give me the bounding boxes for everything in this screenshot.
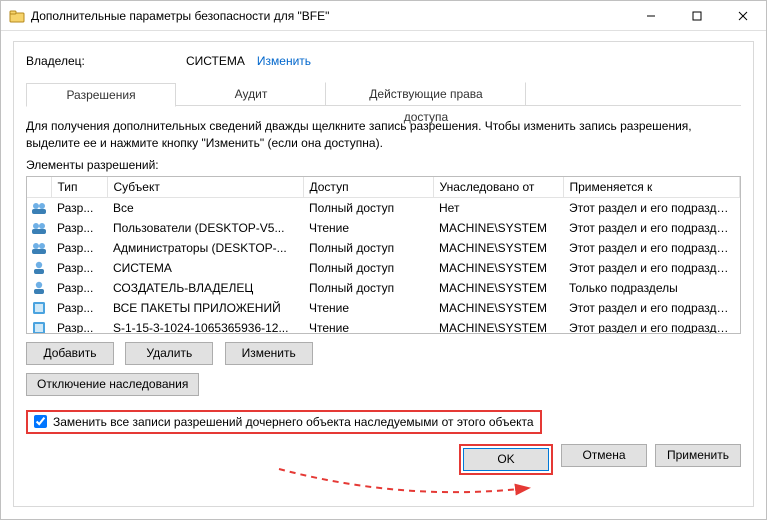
replace-children-checkbox[interactable] xyxy=(34,415,47,428)
owner-row: Владелец: СИСТЕМА Изменить xyxy=(26,54,741,68)
tab-strip: Разрешения Аудит Действующие права досту… xyxy=(26,82,741,106)
table-row[interactable]: Разр...СИСТЕМАПолный доступMACHINE\SYSTE… xyxy=(27,258,740,278)
cell-applies: Этот раздел и его подразделы xyxy=(563,238,740,258)
col-applies[interactable]: Применяется к xyxy=(563,177,740,198)
cell-principal: Все xyxy=(107,197,303,218)
cell-type: Разр... xyxy=(51,218,107,238)
cell-access: Чтение xyxy=(303,218,433,238)
cell-inherited: MACHINE\SYSTEM xyxy=(433,278,563,298)
cell-applies: Этот раздел и его подразделы xyxy=(563,258,740,278)
owner-label: Владелец: xyxy=(26,54,186,68)
replace-children-label: Заменить все записи разрешений дочернего… xyxy=(53,415,534,429)
table-row[interactable]: Разр...ВсеПолный доступНетЭтот раздел и … xyxy=(27,197,740,218)
cell-principal: СИСТЕМА xyxy=(107,258,303,278)
edit-button[interactable]: Изменить xyxy=(225,342,313,365)
cell-applies: Только подразделы xyxy=(563,278,740,298)
titlebar: Дополнительные параметры безопасности дл… xyxy=(1,1,766,31)
description-text: Для получения дополнительных сведений дв… xyxy=(26,118,741,152)
cell-type: Разр... xyxy=(51,278,107,298)
cell-type: Разр... xyxy=(51,238,107,258)
cell-principal: Администраторы (DESKTOP-... xyxy=(107,238,303,258)
principal-icon xyxy=(31,260,47,276)
cell-type: Разр... xyxy=(51,318,107,334)
principal-icon xyxy=(31,280,47,296)
cell-access: Чтение xyxy=(303,318,433,334)
principal-icon xyxy=(31,240,47,256)
cell-type: Разр... xyxy=(51,197,107,218)
col-type[interactable]: Тип xyxy=(51,177,107,198)
minimize-button[interactable] xyxy=(628,1,674,31)
cell-type: Разр... xyxy=(51,298,107,318)
table-row[interactable]: Разр...Пользователи (DESKTOP-V5...Чтение… xyxy=(27,218,740,238)
app-icon xyxy=(9,8,25,24)
tab-effective-access[interactable]: Действующие права доступа xyxy=(326,82,526,106)
table-row[interactable]: Разр...СОЗДАТЕЛЬ-ВЛАДЕЛЕЦПолный доступMA… xyxy=(27,278,740,298)
cell-inherited: MACHINE\SYSTEM xyxy=(433,298,563,318)
close-button[interactable] xyxy=(720,1,766,31)
owner-value: СИСТЕМА xyxy=(186,54,245,68)
cell-applies: Этот раздел и его подразделы xyxy=(563,197,740,218)
principal-icon xyxy=(31,320,47,334)
cell-access: Чтение xyxy=(303,298,433,318)
replace-children-checkbox-row[interactable]: Заменить все записи разрешений дочернего… xyxy=(26,410,542,434)
table-row[interactable]: Разр...Администраторы (DESKTOP-...Полный… xyxy=(27,238,740,258)
disable-inheritance-button[interactable]: Отключение наследования xyxy=(26,373,199,396)
tab-audit[interactable]: Аудит xyxy=(176,82,326,106)
ok-highlight: OK xyxy=(459,444,553,475)
window-title: Дополнительные параметры безопасности дл… xyxy=(31,9,628,23)
principal-icon xyxy=(31,220,47,236)
ok-button[interactable]: OK xyxy=(463,448,549,471)
principal-icon xyxy=(31,200,47,216)
change-owner-link[interactable]: Изменить xyxy=(257,54,311,68)
col-inherited[interactable]: Унаследовано от xyxy=(433,177,563,198)
apply-button[interactable]: Применить xyxy=(655,444,741,467)
cell-applies: Этот раздел и его подразделы xyxy=(563,218,740,238)
cell-inherited: MACHINE\SYSTEM xyxy=(433,218,563,238)
cell-inherited: MACHINE\SYSTEM xyxy=(433,238,563,258)
table-header-row: Тип Субъект Доступ Унаследовано от Приме… xyxy=(27,177,740,198)
cell-principal: Пользователи (DESKTOP-V5... xyxy=(107,218,303,238)
cell-access: Полный доступ xyxy=(303,278,433,298)
cell-inherited: Нет xyxy=(433,197,563,218)
cell-access: Полный доступ xyxy=(303,238,433,258)
cell-inherited: MACHINE\SYSTEM xyxy=(433,258,563,278)
entries-label: Элементы разрешений: xyxy=(26,158,741,172)
dialog-footer: OK Отмена Применить xyxy=(26,444,741,475)
maximize-button[interactable] xyxy=(674,1,720,31)
principal-icon xyxy=(31,300,47,316)
add-button[interactable]: Добавить xyxy=(26,342,114,365)
permissions-table[interactable]: Тип Субъект Доступ Унаследовано от Приме… xyxy=(26,176,741,334)
table-row[interactable]: Разр...ВСЕ ПАКЕТЫ ПРИЛОЖЕНИЙЧтениеMACHIN… xyxy=(27,298,740,318)
remove-button[interactable]: Удалить xyxy=(125,342,213,365)
cell-access: Полный доступ xyxy=(303,258,433,278)
cell-type: Разр... xyxy=(51,258,107,278)
tab-permissions[interactable]: Разрешения xyxy=(26,83,176,107)
cell-principal: S-1-15-3-1024-1065365936-12... xyxy=(107,318,303,334)
cell-applies: Этот раздел и его подразделы xyxy=(563,318,740,334)
cell-applies: Этот раздел и его подразделы xyxy=(563,298,740,318)
cell-principal: СОЗДАТЕЛЬ-ВЛАДЕЛЕЦ xyxy=(107,278,303,298)
cell-inherited: MACHINE\SYSTEM xyxy=(433,318,563,334)
cancel-button[interactable]: Отмена xyxy=(561,444,647,467)
col-access[interactable]: Доступ xyxy=(303,177,433,198)
table-row[interactable]: Разр...S-1-15-3-1024-1065365936-12...Чте… xyxy=(27,318,740,334)
col-principal[interactable]: Субъект xyxy=(107,177,303,198)
cell-principal: ВСЕ ПАКЕТЫ ПРИЛОЖЕНИЙ xyxy=(107,298,303,318)
cell-access: Полный доступ xyxy=(303,197,433,218)
